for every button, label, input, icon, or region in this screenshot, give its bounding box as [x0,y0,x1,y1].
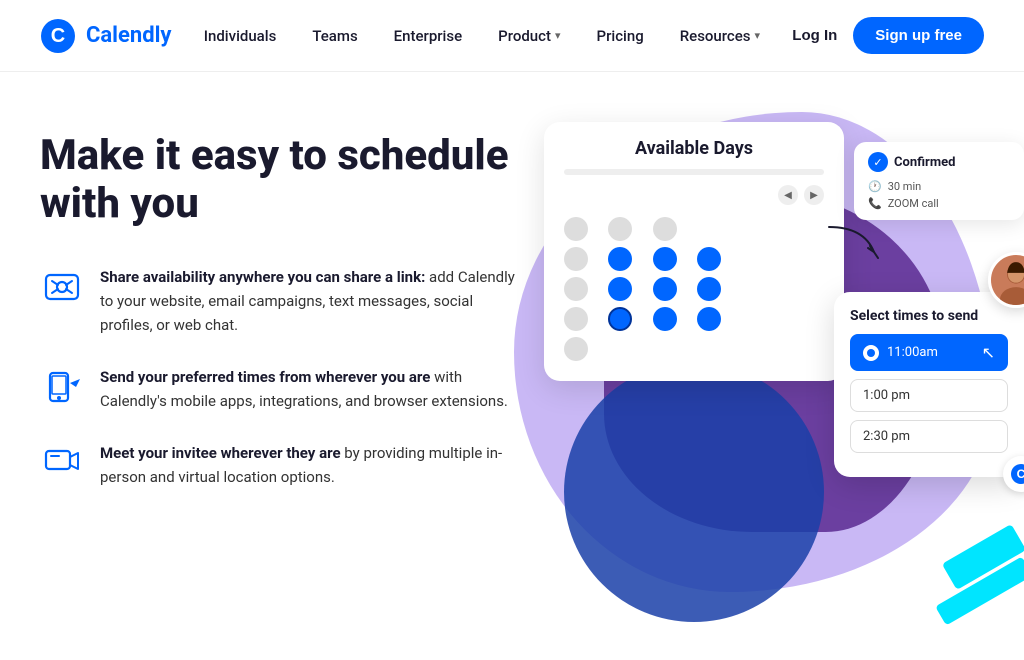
cal-cell-empty [741,277,765,301]
cal-cell [653,217,677,241]
cal-cell-blue[interactable] [697,247,721,271]
select-times-card: Select times to send 11:00am ↖ 1:00 pm 2… [834,292,1024,477]
blob-dark-blue [564,362,824,622]
cal-cell-blue[interactable] [697,307,721,331]
available-days-title: Available Days [564,138,824,159]
nav-actions: Log In Sign up free [792,17,984,54]
cal-cell-empty [608,337,632,361]
chevron-down-icon: ▾ [555,29,561,42]
nav-item-teams[interactable]: Teams [312,27,357,45]
nav-item-pricing[interactable]: Pricing [597,27,644,45]
time-check-dot [867,349,875,357]
confirmed-label: Confirmed [894,155,955,170]
feature-meet-heading: Meet your invitee wherever they are [100,444,341,462]
cal-cell-blue[interactable] [608,247,632,271]
cal-cell [564,277,588,301]
cal-cell-selected[interactable] [608,307,632,331]
calendar-header-bar [564,169,824,175]
feature-meet-text: Meet your invitee wherever they are by p… [100,441,520,489]
cal-cell-empty [786,277,810,301]
cal-cell-blue[interactable] [653,247,677,271]
cal-cell-empty [741,217,765,241]
hero-left: Make it easy to schedule with you Share … [40,122,520,489]
feature-share-heading: Share availability anywhere you can shar… [100,268,425,286]
hero-illustration: Available Days ◀ ▶ [520,122,984,660]
time-label-1: 11:00am [887,345,938,360]
time-checkmark [863,345,879,361]
nav-item-individuals[interactable]: Individuals [204,27,277,45]
svg-text:C: C [51,25,65,47]
cal-cell-empty [653,337,677,361]
mini-logo-icon: C [1010,463,1024,485]
cal-cell-blue[interactable] [653,277,677,301]
time-option-3[interactable]: 2:30 pm [850,420,1008,453]
cal-cell [564,217,588,241]
cal-cell-empty [741,337,765,361]
cal-cell [564,247,588,271]
cursor-icon: ↖ [982,343,995,362]
cal-cell [564,337,588,361]
calendar-grid [564,213,824,365]
feature-meet: Meet your invitee wherever they are by p… [40,441,520,489]
cal-cell-empty [786,337,810,361]
nav-links: Individuals Teams Enterprise Product ▾ P… [204,27,760,45]
confirmed-details: 🕐 30 min 📞 ZOOM call [868,180,1010,210]
confirmed-type: 📞 ZOOM call [868,197,1010,210]
time-option-2[interactable]: 1:00 pm [850,379,1008,412]
phone-icon: 📞 [868,197,882,210]
cal-cell-empty [786,247,810,271]
cal-cell [608,217,632,241]
connecting-arrow [824,222,884,272]
cal-cell-empty [741,247,765,271]
cal-cell-empty [697,217,721,241]
cal-cell-empty [697,337,721,361]
feature-share-text: Share availability anywhere you can shar… [100,265,520,337]
svg-text:C: C [1017,467,1024,481]
calendly-logo-icon: C [40,18,76,54]
cal-cell-empty [786,217,810,241]
select-times-title: Select times to send [850,308,1008,324]
feature-send-text: Send your preferred times from wherever … [100,365,520,413]
cal-cell-blue[interactable] [653,307,677,331]
send-icon [40,365,84,409]
login-button[interactable]: Log In [792,27,837,44]
cal-cell-empty [741,307,765,331]
confirmed-duration: 🕐 30 min [868,180,1010,193]
calendar-prev[interactable]: ◀ [778,185,798,205]
confirmed-check-icon: ✓ [868,152,888,172]
hero-title: Make it easy to schedule with you [40,132,520,229]
time-option-selected[interactable]: 11:00am ↖ [850,334,1008,371]
blob-background: Available Days ◀ ▶ [484,92,1024,660]
available-days-card: Available Days ◀ ▶ [544,122,844,381]
meet-icon [40,441,84,485]
nav-item-enterprise[interactable]: Enterprise [394,27,462,45]
calendar-nav: ◀ ▶ [564,185,824,205]
cal-cell-blue[interactable] [697,277,721,301]
signup-button[interactable]: Sign up free [853,17,984,54]
feature-send: Send your preferred times from wherever … [40,365,520,413]
time-label-3: 2:30 pm [863,429,910,444]
confirmed-header: ✓ Confirmed [868,152,1010,172]
cal-cell-empty [786,307,810,331]
feature-send-heading: Send your preferred times from wherever … [100,368,430,386]
nav-item-resources[interactable]: Resources ▾ [680,27,760,45]
navigation: C Calendly Individuals Teams Enterprise … [0,0,1024,72]
share-icon [40,265,84,309]
confirmed-card: ✓ Confirmed 🕐 30 min 📞 ZOOM call [854,142,1024,220]
calendar-next[interactable]: ▶ [804,185,824,205]
avatar-image [991,252,1024,308]
clock-icon: 🕐 [868,180,882,193]
time-label-2: 1:00 pm [863,388,910,403]
hero-section: Make it easy to schedule with you Share … [0,72,1024,660]
feature-share: Share availability anywhere you can shar… [40,265,520,337]
features-list: Share availability anywhere you can shar… [40,265,520,489]
nav-item-product[interactable]: Product ▾ [498,27,560,45]
cal-cell-blue[interactable] [608,277,632,301]
chevron-down-icon-resources: ▾ [755,29,761,42]
logo[interactable]: C Calendly [40,18,172,54]
cal-cell [564,307,588,331]
logo-text: Calendly [86,23,172,48]
